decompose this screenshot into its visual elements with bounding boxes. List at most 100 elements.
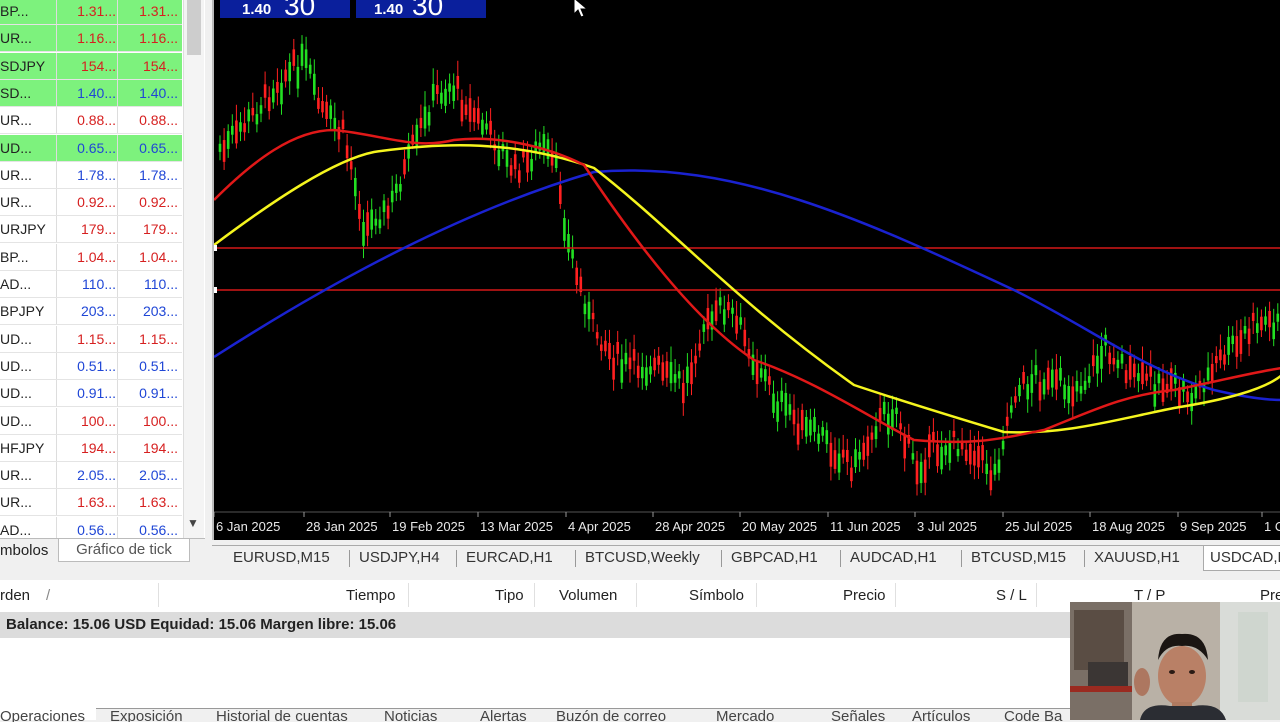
candle-body (878, 407, 882, 422)
ask-price: 110... (144, 276, 178, 292)
candle-body (1169, 368, 1173, 391)
candle-body (1100, 345, 1103, 369)
watch-row[interactable]: UD... 0.65... 0.65... (0, 134, 182, 162)
tab-tick-chart[interactable]: Gráfico de tick (58, 539, 190, 562)
watch-row[interactable]: UR... 2.05... 2.05... (0, 462, 182, 490)
bid-price: 1.16... (77, 30, 116, 47)
date-axis-label: 4 Apr 2025 (568, 519, 631, 534)
chart-tab[interactable]: EURCAD,H1 (460, 546, 559, 570)
candle-body (263, 84, 267, 98)
tab-divider (575, 550, 576, 567)
watch-row[interactable]: UR... 0.88... 0.88... (0, 107, 182, 135)
candle-body (735, 315, 738, 334)
watch-row[interactable]: UD... 1.15... 1.15... (0, 325, 182, 353)
candle-body (632, 349, 636, 361)
watch-row[interactable]: BPJPY 203... 203... (0, 298, 182, 326)
watch-row[interactable]: UR... 1.16... 1.16... (0, 25, 182, 53)
candle-body (567, 233, 570, 253)
candle-body (1141, 362, 1144, 385)
tab-divider (961, 550, 962, 567)
tab-divider (1084, 550, 1085, 567)
col-type[interactable]: Tipo (495, 587, 524, 604)
symbol-name: UR... (0, 166, 32, 183)
chart-tab[interactable]: GBPCAD,H1 (725, 546, 824, 570)
col-order[interactable]: rden (0, 587, 30, 604)
candle-body (239, 122, 242, 132)
tab-symbols[interactable]: mbolos (0, 542, 48, 559)
col-stop-loss[interactable]: S / L (996, 587, 1027, 604)
bid-price: 0.65... (77, 139, 116, 156)
candle-body (403, 159, 406, 175)
col-volume[interactable]: Volumen (559, 587, 617, 604)
price-chart[interactable]: 6 Jan 2025 28 Jan 2025 19 Feb 2025 13 Mar 2… (212, 0, 1280, 540)
watch-row[interactable]: BP... 1.31... 1.31... (0, 0, 182, 25)
watch-row[interactable]: UD... 0.91... 0.91... (0, 380, 182, 408)
candle-body (1055, 369, 1058, 390)
candle-body (833, 450, 837, 469)
candle-body (407, 144, 410, 159)
candle-body (235, 120, 238, 144)
chart-tab[interactable]: BTCUSD,Weekly (579, 546, 706, 570)
candle-body (1075, 381, 1079, 392)
watch-row[interactable]: AD... 110... 110... (0, 271, 182, 298)
watch-row[interactable]: AD... 0.56... 0.56... (0, 516, 182, 540)
watch-row[interactable]: UR... 1.63... 1.63... (0, 489, 182, 517)
chart-tab[interactable]: XAUUSD,H1 (1088, 546, 1186, 570)
candle-body (956, 448, 960, 457)
candle-body (452, 85, 455, 101)
candle-body (571, 249, 574, 259)
chart-tab[interactable]: EURUSD,M15 (227, 546, 336, 570)
col-time[interactable]: Tiempo (346, 587, 395, 604)
chart-canvas[interactable]: 6 Jan 2025 28 Jan 2025 19 Feb 2025 13 Mar 2… (214, 0, 1280, 540)
candle-body (345, 145, 349, 159)
candle-body (969, 443, 972, 465)
watch-row[interactable]: SD... 1.40... 1.40... (0, 79, 182, 107)
watch-row[interactable]: URJPY 179... 179... (0, 216, 182, 244)
watch-row[interactable]: UR... 1.78... 1.78... (0, 161, 182, 189)
watch-row[interactable]: UD... 0.51... 0.51... (0, 352, 182, 380)
candle-body (362, 222, 365, 246)
bid-price: 1.15... (77, 330, 116, 347)
candle-body (903, 435, 906, 459)
col-sort-marker: / (46, 587, 51, 604)
scroll-down-arrow-icon[interactable]: ▼ (187, 516, 199, 530)
ask-price: 0.92... (139, 194, 178, 211)
chart-tab[interactable]: BTCUSD,M15 (965, 546, 1072, 570)
market-watch-scrollbar[interactable]: ▼ (183, 0, 204, 540)
watch-row[interactable]: HFJPY 194... 194... (0, 434, 182, 462)
chart-tab[interactable]: USDCAD,D (1203, 546, 1280, 571)
candle-body (923, 459, 927, 483)
date-axis-label: 20 May 2025 (742, 519, 817, 534)
candle-body (485, 123, 488, 130)
candle-body (780, 390, 783, 402)
symbol-name: BPJPY (0, 303, 45, 320)
chart-tab[interactable]: USDJPY,H4 (353, 546, 446, 570)
candle-body (530, 158, 533, 172)
symbol-name: SD... (0, 84, 32, 101)
candle-body (231, 125, 234, 135)
candle-body (284, 69, 287, 82)
candle-body (866, 436, 870, 456)
candle-body (1239, 330, 1243, 354)
col-price[interactable]: Precio (843, 587, 886, 604)
candle-body (829, 442, 833, 467)
candle-body (337, 126, 341, 140)
candle-body (1116, 359, 1120, 369)
watch-row[interactable]: UR... 0.92... 0.92... (0, 189, 182, 217)
candle-body (714, 300, 718, 322)
candle-body (509, 165, 513, 176)
watch-row[interactable]: SDJPY 154... 154... (0, 52, 182, 80)
candle-body (321, 101, 324, 113)
watch-row[interactable]: UD... 100... 100... (0, 407, 182, 435)
candle-body (296, 66, 300, 89)
candle-body (468, 98, 472, 122)
ask-price: 0.51... (139, 357, 178, 374)
col-symbol[interactable]: Símbolo (689, 587, 744, 604)
ask-price: 179... (142, 221, 178, 238)
ask-price: 0.65... (139, 139, 178, 156)
candle-body (1030, 374, 1034, 393)
scrollbar-thumb[interactable] (187, 0, 201, 55)
watch-row[interactable]: BP... 1.04... 1.04... (0, 243, 182, 271)
symbol-name: UD... (0, 139, 32, 156)
chart-tab[interactable]: AUDCAD,H1 (844, 546, 943, 570)
